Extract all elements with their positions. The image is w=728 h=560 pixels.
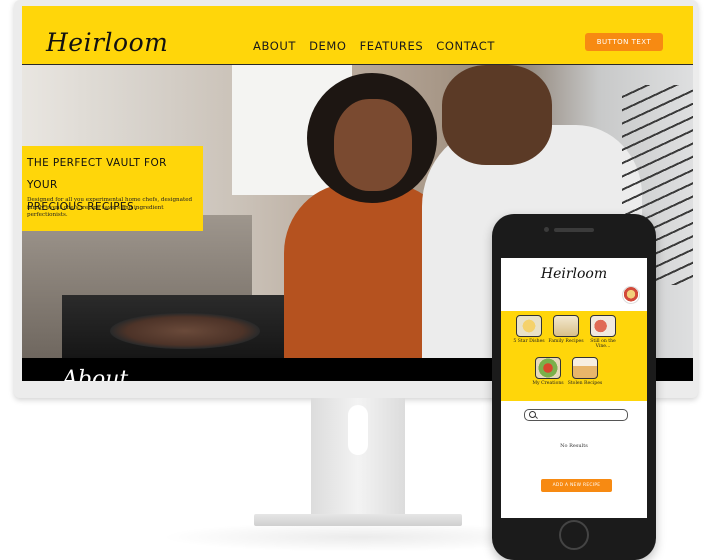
mobile-phone: Heirloom 5 Star Dishes Family Recipes St… — [492, 214, 656, 560]
category-panel: 5 Star Dishes Family Recipes Still on th… — [501, 311, 647, 401]
recipe-search-input[interactable] — [524, 409, 628, 421]
site-logo[interactable]: Heirloom — [46, 28, 168, 57]
hero-person-man-head — [442, 65, 552, 165]
fruit-icon — [590, 315, 616, 337]
about-heading: About — [62, 367, 129, 381]
user-avatar[interactable] — [622, 286, 640, 304]
category-label: Family Recipes — [548, 339, 584, 344]
category-family-recipes[interactable]: Family Recipes — [548, 315, 584, 344]
monitor-stand-cutout — [348, 405, 368, 455]
header-cta-button[interactable]: BUTTON TEXT — [585, 33, 663, 51]
phone-speaker — [554, 228, 594, 232]
mobile-screen: Heirloom 5 Star Dishes Family Recipes St… — [501, 258, 647, 518]
site-header: Heirloom ABOUT DEMO FEATURES CONTACT BUT… — [22, 6, 693, 65]
hero-description: Designed for all you experimental home c… — [27, 197, 193, 219]
salad-icon — [535, 357, 561, 379]
category-my-creations[interactable]: My Creations — [530, 357, 566, 386]
search-icon — [529, 411, 536, 418]
hero-title-line1: THE PERFECT VAULT FOR YOUR — [27, 157, 167, 191]
category-label: 5 Star Dishes — [513, 339, 545, 344]
category-still-on-the-vine[interactable]: Still on the Vine... — [585, 315, 621, 350]
category-stolen-recipes[interactable]: Stolen Recipes — [567, 357, 603, 386]
category-5-star-dishes[interactable]: 5 Star Dishes — [511, 315, 547, 344]
category-label: Still on the Vine... — [590, 339, 616, 350]
hero-tagline-box: THE PERFECT VAULT FOR YOUR PRECIOUS RECI… — [22, 146, 203, 231]
main-nav: ABOUT DEMO FEATURES CONTACT — [253, 39, 495, 53]
pie-icon — [572, 357, 598, 379]
hero-pan — [110, 313, 260, 349]
hero-person-woman-face — [334, 99, 412, 191]
phone-home-button[interactable] — [559, 520, 589, 550]
dish-icon — [516, 315, 542, 337]
phone-camera — [544, 227, 549, 232]
cake-icon — [553, 315, 579, 337]
app-logo: Heirloom — [540, 266, 608, 282]
category-label: My Creations — [532, 381, 564, 386]
nav-contact[interactable]: CONTACT — [436, 39, 495, 53]
add-recipe-button[interactable]: ADD A NEW RECIPE — [541, 479, 612, 492]
category-label: Stolen Recipes — [567, 381, 603, 386]
nav-about[interactable]: ABOUT — [253, 39, 296, 53]
nav-demo[interactable]: DEMO — [309, 39, 347, 53]
monitor-base — [254, 514, 462, 526]
nav-features[interactable]: FEATURES — [360, 39, 424, 53]
no-results-text: No Results — [560, 443, 588, 449]
